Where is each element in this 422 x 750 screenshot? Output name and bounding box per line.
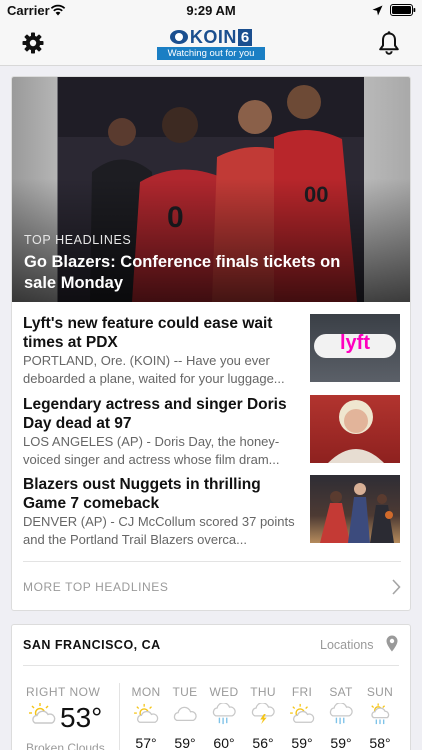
- forecast-day-label: WED: [209, 685, 239, 699]
- forecast-day-thu: THU 56°: [245, 685, 281, 750]
- sun-rain-icon: [371, 703, 390, 725]
- partly-sunny-icon: [290, 703, 315, 723]
- logo-word: KOIN: [189, 26, 237, 47]
- top-story-hero[interactable]: 0 00 TOP HEADLINES Go Blazers: Conferenc…: [12, 77, 410, 302]
- notifications-bell-icon[interactable]: [378, 31, 400, 55]
- locations-button[interactable]: Locations: [320, 638, 374, 652]
- more-top-headlines-link[interactable]: MORE TOP HEADLINES: [23, 561, 401, 610]
- story-summary: PORTLAND, Ore. (KOIN) -- Have you ever d…: [23, 353, 285, 386]
- status-bar: Carrier 9:29 AM: [0, 0, 422, 22]
- forecast-temp: 56°: [252, 735, 274, 750]
- weather-vertical-divider: [119, 683, 120, 750]
- weather-city: SAN FRANCISCO, CA: [23, 638, 161, 652]
- settings-gear-icon[interactable]: [22, 32, 44, 54]
- story-item-blazers[interactable]: Blazers oust Nuggets in thrilling Game 7…: [23, 475, 401, 547]
- forecast-day-tue: TUE 59°: [167, 685, 203, 750]
- forecast-day-sat: SAT 59°: [323, 685, 359, 750]
- story-title[interactable]: Lyft's new feature could ease wait times…: [23, 314, 303, 352]
- logo-number: 6: [237, 28, 253, 46]
- forecast-day-label: TUE: [172, 685, 198, 699]
- weather-card: SAN FRANCISCO, CA Locations RIGHT NOW 53…: [11, 624, 411, 750]
- thunderstorm-icon: [251, 703, 275, 725]
- more-top-headlines-label: MORE TOP HEADLINES: [23, 580, 169, 594]
- story-summary: LOS ANGELES (AP) - Doris Day, the honey-…: [23, 434, 280, 467]
- logo-tagline: Watching out for you: [157, 47, 265, 60]
- right-now-label: RIGHT NOW: [26, 685, 101, 699]
- koin6-logo: KOIN 6 Watching out for you: [157, 27, 265, 60]
- forecast-temp: 60°: [213, 735, 235, 750]
- forecast-day-label: SAT: [329, 685, 353, 699]
- current-temperature: 53°: [60, 702, 103, 733]
- partly-sunny-icon: [134, 703, 159, 723]
- forecast-day-label: MON: [131, 685, 161, 699]
- forecast-temp: 59°: [291, 735, 313, 750]
- status-time: 9:29 AM: [186, 3, 236, 18]
- top-story-headline[interactable]: Go Blazers: Conference finals tickets on…: [24, 252, 364, 294]
- logo-eye-icon: [169, 30, 188, 44]
- story-thumbnail-blazers[interactable]: [310, 475, 400, 543]
- current-condition: Broken Clouds: [26, 741, 105, 750]
- nav-bar: KOIN 6 Watching out for you: [0, 22, 422, 66]
- story-title[interactable]: Legendary actress and singer Doris Day d…: [23, 395, 303, 433]
- forecast-day-label: SUN: [366, 685, 394, 699]
- chevron-right-icon: [392, 579, 401, 595]
- top-headlines-card: 0 00 TOP HEADLINES Go Blazers: Conferenc…: [11, 76, 411, 611]
- forecast-day-wed: WED 60°: [206, 685, 242, 750]
- story-item-doris-day[interactable]: Legendary actress and singer Doris Day d…: [23, 395, 401, 467]
- lyft-logo: lyft: [340, 332, 370, 354]
- story-title[interactable]: Blazers oust Nuggets in thrilling Game 7…: [23, 475, 303, 513]
- forecast-temp: 57°: [135, 735, 157, 750]
- partly-sunny-icon: [29, 703, 56, 724]
- top-story-kicker: TOP HEADLINES: [24, 233, 132, 247]
- cloud-icon: [173, 706, 197, 722]
- story-thumbnail-lyft[interactable]: lyft: [310, 314, 400, 382]
- battery-icon: [390, 4, 416, 16]
- story-item-lyft[interactable]: Lyft's new feature could ease wait times…: [23, 314, 401, 386]
- forecast-temp: 59°: [174, 735, 196, 750]
- forecast-temp: 59°: [330, 735, 352, 750]
- weather-divider: [23, 665, 399, 666]
- story-thumbnail-doris-day[interactable]: [310, 395, 400, 463]
- forecast-day-mon: MON 57°: [128, 685, 164, 750]
- portrait-photo: [328, 400, 384, 463]
- forecast-day-fri: FRI 59°: [284, 685, 320, 750]
- forecast-day-label: THU: [250, 685, 276, 699]
- rain-icon: [212, 703, 236, 725]
- forecast-day-sun: SUN 58°: [362, 685, 398, 750]
- rain-icon: [329, 703, 353, 725]
- location-arrow-icon: [372, 5, 383, 16]
- forecast-day-label: FRI: [291, 685, 313, 699]
- forecast-temp: 58°: [369, 735, 391, 750]
- story-summary: DENVER (AP) - CJ McCollum scored 37 poin…: [23, 514, 295, 547]
- basketball-photo: [320, 483, 394, 543]
- location-pin-icon[interactable]: [386, 635, 398, 652]
